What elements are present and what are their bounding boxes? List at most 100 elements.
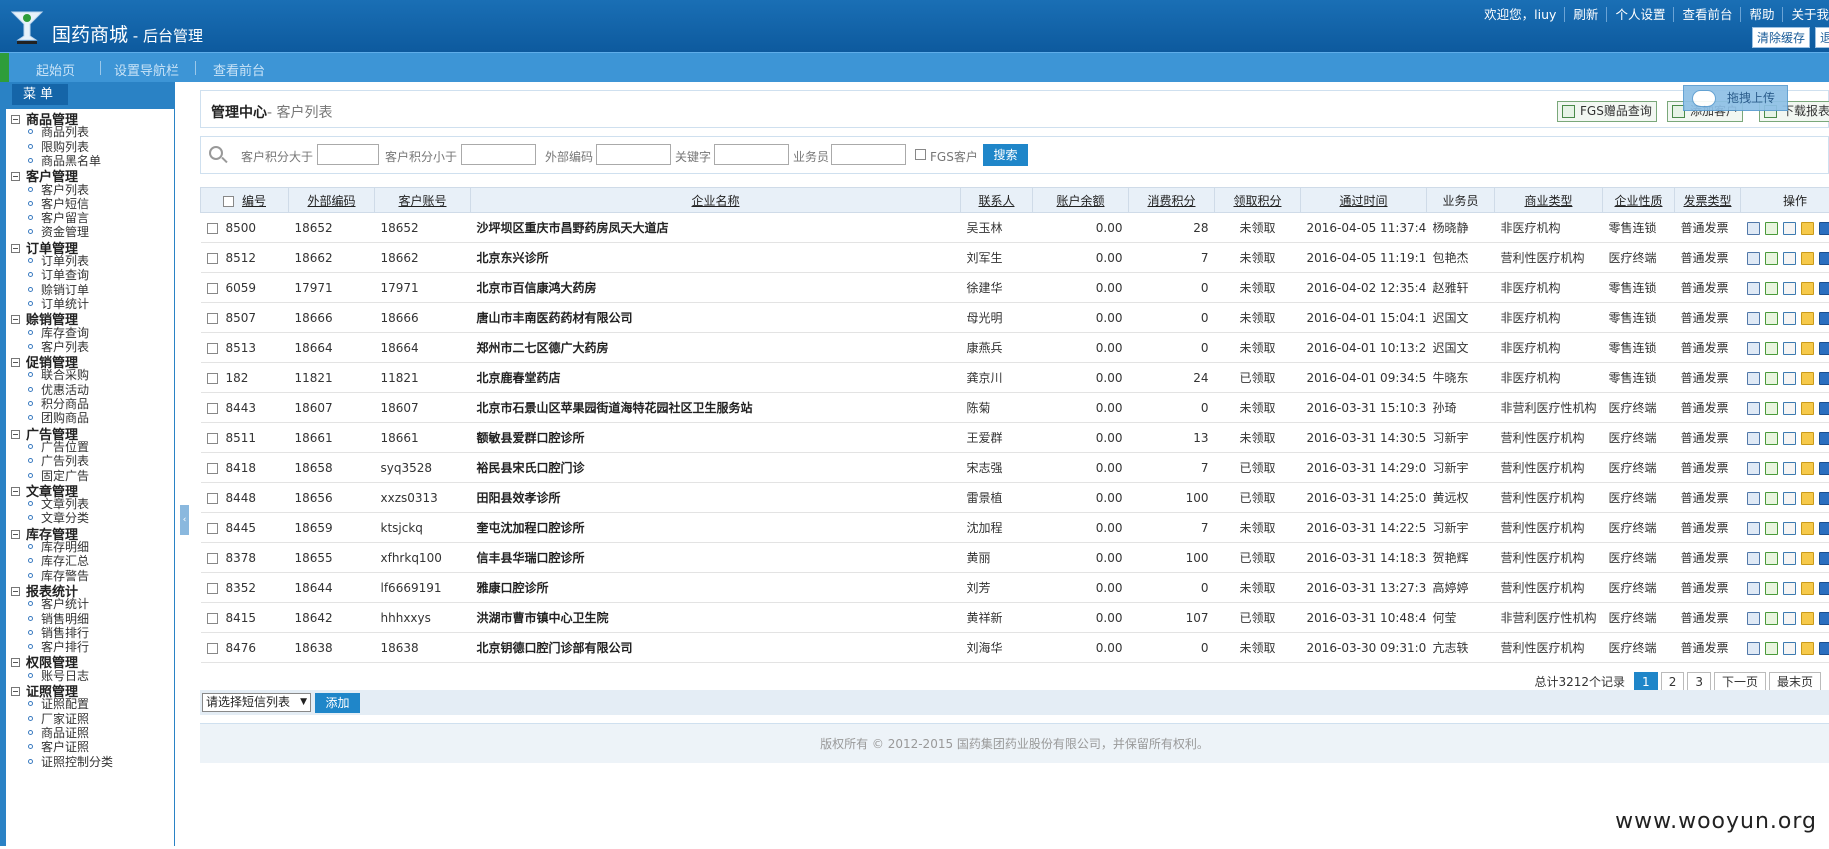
add-icon[interactable]	[1765, 372, 1778, 385]
folder-icon[interactable]	[1801, 582, 1814, 595]
add-icon[interactable]	[1765, 582, 1778, 595]
cell-id[interactable]: 8445	[201, 513, 289, 543]
col-company-header[interactable]: 企业名称	[471, 188, 961, 213]
personal-settings-link[interactable]: 个人设置	[1606, 7, 1673, 22]
table-row[interactable]: 85111866118661额敏县爱群口腔诊所王爱群0.0013未领取2016-…	[201, 423, 1829, 453]
sidebar-menu-tab[interactable]: 菜单	[12, 84, 68, 105]
book-icon[interactable]	[1819, 492, 1829, 505]
view-icon[interactable]	[1747, 642, 1760, 655]
folder-icon[interactable]	[1801, 342, 1814, 355]
book-icon[interactable]	[1819, 222, 1829, 235]
edit-icon[interactable]	[1783, 582, 1796, 595]
view-icon[interactable]	[1747, 252, 1760, 265]
add-icon[interactable]	[1765, 222, 1778, 235]
book-icon[interactable]	[1819, 282, 1829, 295]
row-checkbox[interactable]	[207, 373, 218, 384]
fgs-gift-query-button[interactable]: FGS赠品查询	[1557, 101, 1657, 122]
nav-view-frontend[interactable]: 查看前台	[213, 60, 265, 79]
row-checkbox[interactable]	[207, 433, 218, 444]
table-row[interactable]: 84431860718607北京市石景山区苹果园街道海特花园社区卫生服务站陈菊0…	[201, 393, 1829, 423]
cell-id[interactable]: 8513	[201, 333, 289, 363]
row-checkbox[interactable]	[207, 613, 218, 624]
cell-id[interactable]: 182	[201, 363, 289, 393]
row-checkbox[interactable]	[207, 343, 218, 354]
row-checkbox[interactable]	[207, 253, 218, 264]
table-row[interactable]: 84761863818638北京钥德口腔门诊部有限公司刘海华0.000未领取20…	[201, 633, 1829, 663]
col-company-nature-header[interactable]: 企业性质	[1603, 188, 1675, 213]
collapse-icon[interactable]	[11, 687, 20, 696]
add-icon[interactable]	[1765, 642, 1778, 655]
table-row[interactable]: 85121866218662北京东兴诊所刘军生0.007未领取2016-04-0…	[201, 243, 1829, 273]
cell-id[interactable]: 8512	[201, 243, 289, 273]
book-icon[interactable]	[1819, 552, 1829, 565]
search-button[interactable]: 搜索	[983, 144, 1028, 166]
cell-id[interactable]: 8448	[201, 483, 289, 513]
view-icon[interactable]	[1747, 522, 1760, 535]
folder-icon[interactable]	[1801, 492, 1814, 505]
view-icon[interactable]	[1747, 222, 1760, 235]
folder-icon[interactable]	[1801, 282, 1814, 295]
breadcrumb-root[interactable]: 管理中心	[211, 105, 267, 121]
edit-icon[interactable]	[1783, 312, 1796, 325]
add-icon[interactable]	[1765, 462, 1778, 475]
nav-set-navbar[interactable]: 设置导航栏	[114, 60, 179, 79]
table-row[interactable]: 841818658syq3528裕民县宋氏口腔门诊宋志强0.007已领取2016…	[201, 453, 1829, 483]
edit-icon[interactable]	[1783, 432, 1796, 445]
row-checkbox[interactable]	[207, 463, 218, 474]
add-icon[interactable]	[1765, 522, 1778, 535]
cell-id[interactable]: 8352	[201, 573, 289, 603]
table-row[interactable]: 85131866418664郑州市二七区德广大药房康燕兵0.000未领取2016…	[201, 333, 1829, 363]
book-icon[interactable]	[1819, 432, 1829, 445]
help-link[interactable]: 帮助	[1740, 7, 1782, 22]
book-icon[interactable]	[1819, 462, 1829, 475]
cell-id[interactable]: 6059	[201, 273, 289, 303]
folder-icon[interactable]	[1801, 312, 1814, 325]
view-icon[interactable]	[1747, 612, 1760, 625]
folder-icon[interactable]	[1801, 612, 1814, 625]
view-icon[interactable]	[1747, 402, 1760, 415]
edit-icon[interactable]	[1783, 252, 1796, 265]
collapse-icon[interactable]	[11, 658, 20, 667]
collapse-icon[interactable]	[11, 530, 20, 539]
sidebar-collapse-handle[interactable]: ‹	[180, 505, 189, 535]
row-checkbox[interactable]	[207, 553, 218, 564]
sms-list-select[interactable]: 请选择短信列表▼	[202, 693, 311, 712]
edit-icon[interactable]	[1783, 552, 1796, 565]
folder-icon[interactable]	[1801, 552, 1814, 565]
book-icon[interactable]	[1819, 402, 1829, 415]
table-row[interactable]: 837818655xfhrkq100信丰县华瑞口腔诊所黄丽0.00100已领取2…	[201, 543, 1829, 573]
add-icon[interactable]	[1765, 402, 1778, 415]
book-icon[interactable]	[1819, 522, 1829, 535]
table-row[interactable]: 85001865218652沙坪坝区重庆市昌野药房凤天大道店吴玉林0.0028未…	[201, 213, 1829, 243]
col-points-header[interactable]: 消费积分	[1129, 188, 1215, 213]
row-checkbox[interactable]	[207, 313, 218, 324]
refresh-link[interactable]: 刷新	[1564, 7, 1606, 22]
edit-icon[interactable]	[1783, 522, 1796, 535]
book-icon[interactable]	[1819, 312, 1829, 325]
cell-id[interactable]: 8378	[201, 543, 289, 573]
folder-icon[interactable]	[1801, 222, 1814, 235]
folder-icon[interactable]	[1801, 642, 1814, 655]
col-balance-header[interactable]: 账户余额	[1033, 188, 1129, 213]
row-checkbox[interactable]	[207, 223, 218, 234]
view-icon[interactable]	[1747, 462, 1760, 475]
nav-start-page[interactable]: 起始页	[36, 60, 75, 79]
collapse-icon[interactable]	[11, 244, 20, 253]
add-icon[interactable]	[1765, 612, 1778, 625]
book-icon[interactable]	[1819, 372, 1829, 385]
table-row[interactable]: 844818656xxzs0313田阳县效孝诊所雷景植0.00100已领取201…	[201, 483, 1829, 513]
cell-id[interactable]: 8507	[201, 303, 289, 333]
add-icon[interactable]	[1765, 552, 1778, 565]
next-page-button[interactable]: 下一页	[1714, 672, 1766, 692]
about-link[interactable]: 关于我	[1782, 7, 1829, 22]
folder-icon[interactable]	[1801, 522, 1814, 535]
cell-id[interactable]: 8500	[201, 213, 289, 243]
add-icon[interactable]	[1765, 282, 1778, 295]
table-row[interactable]: 844518659ktsjckq奎屯沈加程口腔诊所沈加程0.007未领取2016…	[201, 513, 1829, 543]
cell-id[interactable]: 8443	[201, 393, 289, 423]
cell-id[interactable]: 8511	[201, 423, 289, 453]
folder-icon[interactable]	[1801, 432, 1814, 445]
points-max-input[interactable]	[461, 144, 536, 165]
edit-icon[interactable]	[1783, 372, 1796, 385]
col-id-header[interactable]: 编号	[201, 188, 289, 213]
